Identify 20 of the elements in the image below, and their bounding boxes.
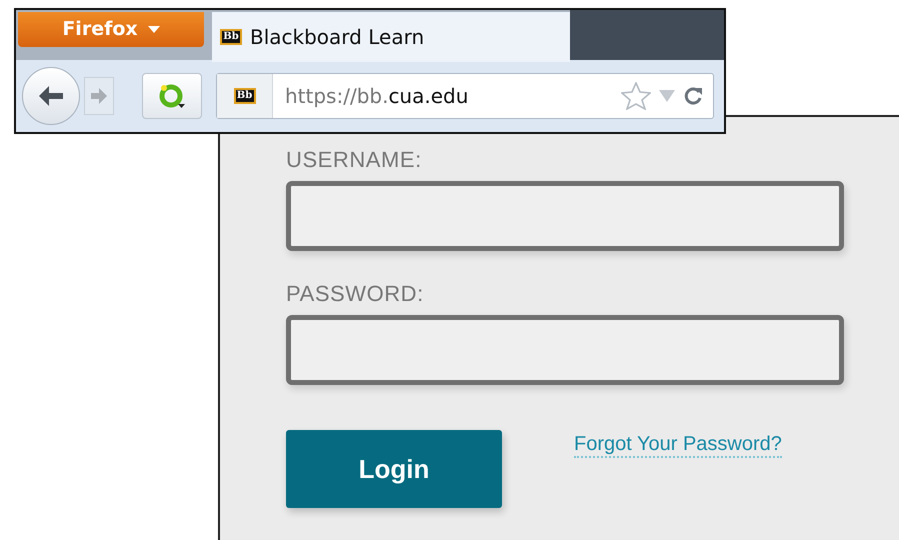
field-label: PASSWORD: [286,281,425,307]
bb-logo-icon: Bb [234,88,256,104]
ring-icon [158,82,186,110]
reload-icon [683,86,703,106]
addon-button[interactable] [142,73,202,119]
tab-title: Blackboard Learn [250,24,424,51]
url-text: https://bb.cua.edu [285,83,468,110]
field-label: USERNAME: [286,147,423,173]
caret-icon [148,26,160,34]
dropdown-triangle-icon [659,90,675,102]
login-button[interactable]: Login [286,430,502,508]
forgot-password-link[interactable]: Forgot Your Password? [574,432,782,458]
address-bar[interactable]: Bb https://bb.cua.edu [216,73,714,119]
back-arrow-icon [38,85,64,107]
browser-tab[interactable]: Bb Blackboard Learn [212,12,570,62]
input-field[interactable] [286,315,844,385]
star-icon [621,82,651,110]
input-field[interactable] [286,181,844,251]
forward-arrow-icon [90,88,108,104]
bb-logo-icon: Bb [220,29,242,45]
